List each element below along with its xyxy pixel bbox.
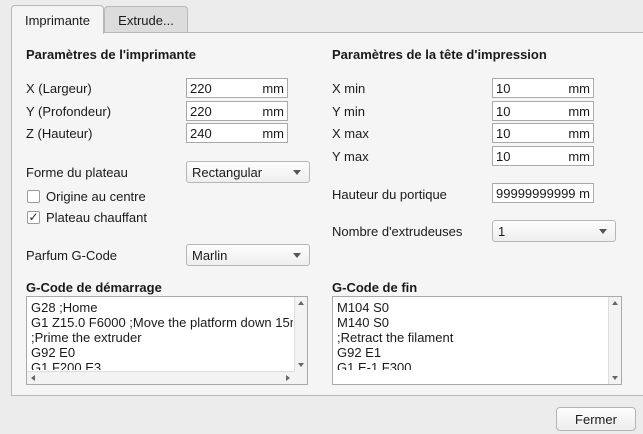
start-gcode-vertical-scrollbar[interactable]	[294, 297, 307, 371]
ymax-value: 10	[496, 149, 511, 164]
y-depth-field[interactable]: 220 mm	[186, 101, 288, 121]
tab-printer-label: Imprimante	[24, 12, 91, 28]
scroll-left-arrow-icon[interactable]	[31, 375, 35, 381]
chevron-down-icon	[599, 229, 607, 234]
xmin-value: 10	[496, 81, 511, 96]
xmax-value: 10	[496, 126, 511, 141]
chevron-down-icon	[293, 170, 301, 175]
end-gcode-title: G-Code de fin	[332, 280, 418, 295]
scroll-up-arrow-icon[interactable]	[612, 301, 618, 305]
xmin-field[interactable]: 10 mm	[492, 78, 594, 98]
gcode-line: G92 E1	[337, 345, 382, 360]
close-button[interactable]: Fermer	[556, 407, 636, 431]
ymin-field[interactable]: 10 mm	[492, 101, 594, 121]
printer-settings-title: Paramètres de l'imprimante	[26, 47, 196, 62]
scroll-down-arrow-icon[interactable]	[612, 376, 618, 380]
gcode-line: G28 ;Home	[31, 300, 98, 315]
gcode-line: G1 E-1 F300	[337, 360, 412, 370]
start-gcode-title: G-Code de démarrage	[26, 280, 162, 295]
close-button-label: Fermer	[575, 411, 617, 427]
ymin-unit: mm	[568, 104, 590, 119]
bed-shape-select[interactable]: Rectangular	[186, 161, 310, 183]
xmax-field[interactable]: 10 mm	[492, 123, 594, 143]
scroll-down-arrow-icon[interactable]	[298, 363, 304, 367]
gantry-height-label: Hauteur du portique	[332, 187, 447, 202]
bed-shape-value: Rectangular	[192, 165, 263, 180]
checkbox-unchecked-icon	[27, 190, 40, 203]
checkmark-icon: ✓	[27, 210, 40, 224]
origin-center-label: Origine au centre	[46, 189, 146, 204]
scroll-corner	[294, 371, 307, 384]
head-settings-title: Paramètres de la tête d'impression	[332, 47, 547, 62]
x-width-value: 220	[190, 81, 212, 96]
ymax-label: Y max	[332, 149, 369, 164]
gcode-line: M104 S0	[337, 300, 390, 315]
end-gcode-vertical-scrollbar[interactable]	[608, 297, 621, 384]
z-height-field[interactable]: 240 mm	[186, 123, 288, 143]
scroll-up-arrow-icon[interactable]	[298, 301, 304, 305]
y-depth-unit: mm	[262, 104, 284, 119]
heated-bed-label: Plateau chauffant	[46, 210, 147, 225]
ymax-field[interactable]: 10 mm	[492, 146, 594, 166]
gantry-height-field[interactable]: 99999999999 m	[492, 183, 594, 203]
gcode-flavor-value: Marlin	[192, 248, 228, 263]
xmin-label: X min	[332, 81, 366, 96]
ymin-label: Y min	[332, 104, 365, 119]
gantry-height-unit: m	[579, 186, 590, 201]
gcode-line: G1 F200 E3	[31, 360, 102, 370]
xmax-label: X max	[332, 126, 369, 141]
gcode-line: G1 Z15.0 F6000 ;Move the platform down 1…	[31, 315, 293, 330]
tab-extruder[interactable]: Extrude...	[104, 6, 188, 33]
z-height-value: 240	[190, 126, 212, 141]
ymax-unit: mm	[568, 149, 590, 164]
z-height-unit: mm	[262, 126, 284, 141]
start-gcode-editor[interactable]: G28 ;Home G1 Z15.0 F6000 ;Move the platfo…	[26, 296, 308, 385]
x-width-label: X (Largeur)	[26, 81, 92, 96]
gcode-line: G92 E0	[31, 345, 76, 360]
x-width-field[interactable]: 220 mm	[186, 78, 288, 98]
xmax-unit: mm	[568, 126, 590, 141]
ymin-value: 10	[496, 104, 511, 119]
gantry-height-value: 99999999999	[496, 186, 576, 201]
start-gcode-horizontal-scrollbar[interactable]	[27, 371, 294, 384]
start-gcode-lines: G28 ;Home G1 Z15.0 F6000 ;Move the platfo…	[31, 300, 293, 370]
end-gcode-editor[interactable]: M104 S0 M140 S0 ;Retract the filament G92 E…	[332, 296, 622, 385]
gcode-line: ;Prime the extruder	[31, 330, 142, 345]
gcode-flavor-label: Parfum G-Code	[26, 248, 118, 263]
printer-settings-panel: Paramètres de l'imprimante X (Largeur) 2…	[11, 32, 643, 396]
z-height-label: Z (Hauteur)	[26, 126, 93, 141]
xmin-unit: mm	[568, 81, 590, 96]
bed-shape-label: Forme du plateau	[26, 165, 128, 180]
gcode-line: M140 S0	[337, 315, 390, 330]
y-depth-label: Y (Profondeur)	[26, 104, 112, 119]
tab-extruder-label: Extrude...	[118, 12, 174, 28]
heated-bed-checkbox[interactable]: ✓ Plateau chauffant	[27, 210, 147, 225]
extruder-count-value: 1	[498, 224, 506, 239]
chevron-down-icon	[293, 253, 301, 258]
tab-printer[interactable]: Imprimante	[11, 5, 104, 34]
gcode-line: ;Retract the filament	[337, 330, 454, 345]
extruder-count-select[interactable]: 1	[492, 220, 616, 242]
scroll-right-arrow-icon[interactable]	[286, 375, 290, 381]
x-width-unit: mm	[262, 81, 284, 96]
origin-center-checkbox[interactable]: Origine au centre	[27, 189, 146, 204]
extruder-count-label: Nombre d'extrudeuses	[332, 224, 463, 239]
gcode-flavor-select[interactable]: Marlin	[186, 244, 310, 266]
end-gcode-lines: M104 S0 M140 S0 ;Retract the filament G92 E…	[337, 300, 607, 370]
y-depth-value: 220	[190, 104, 212, 119]
